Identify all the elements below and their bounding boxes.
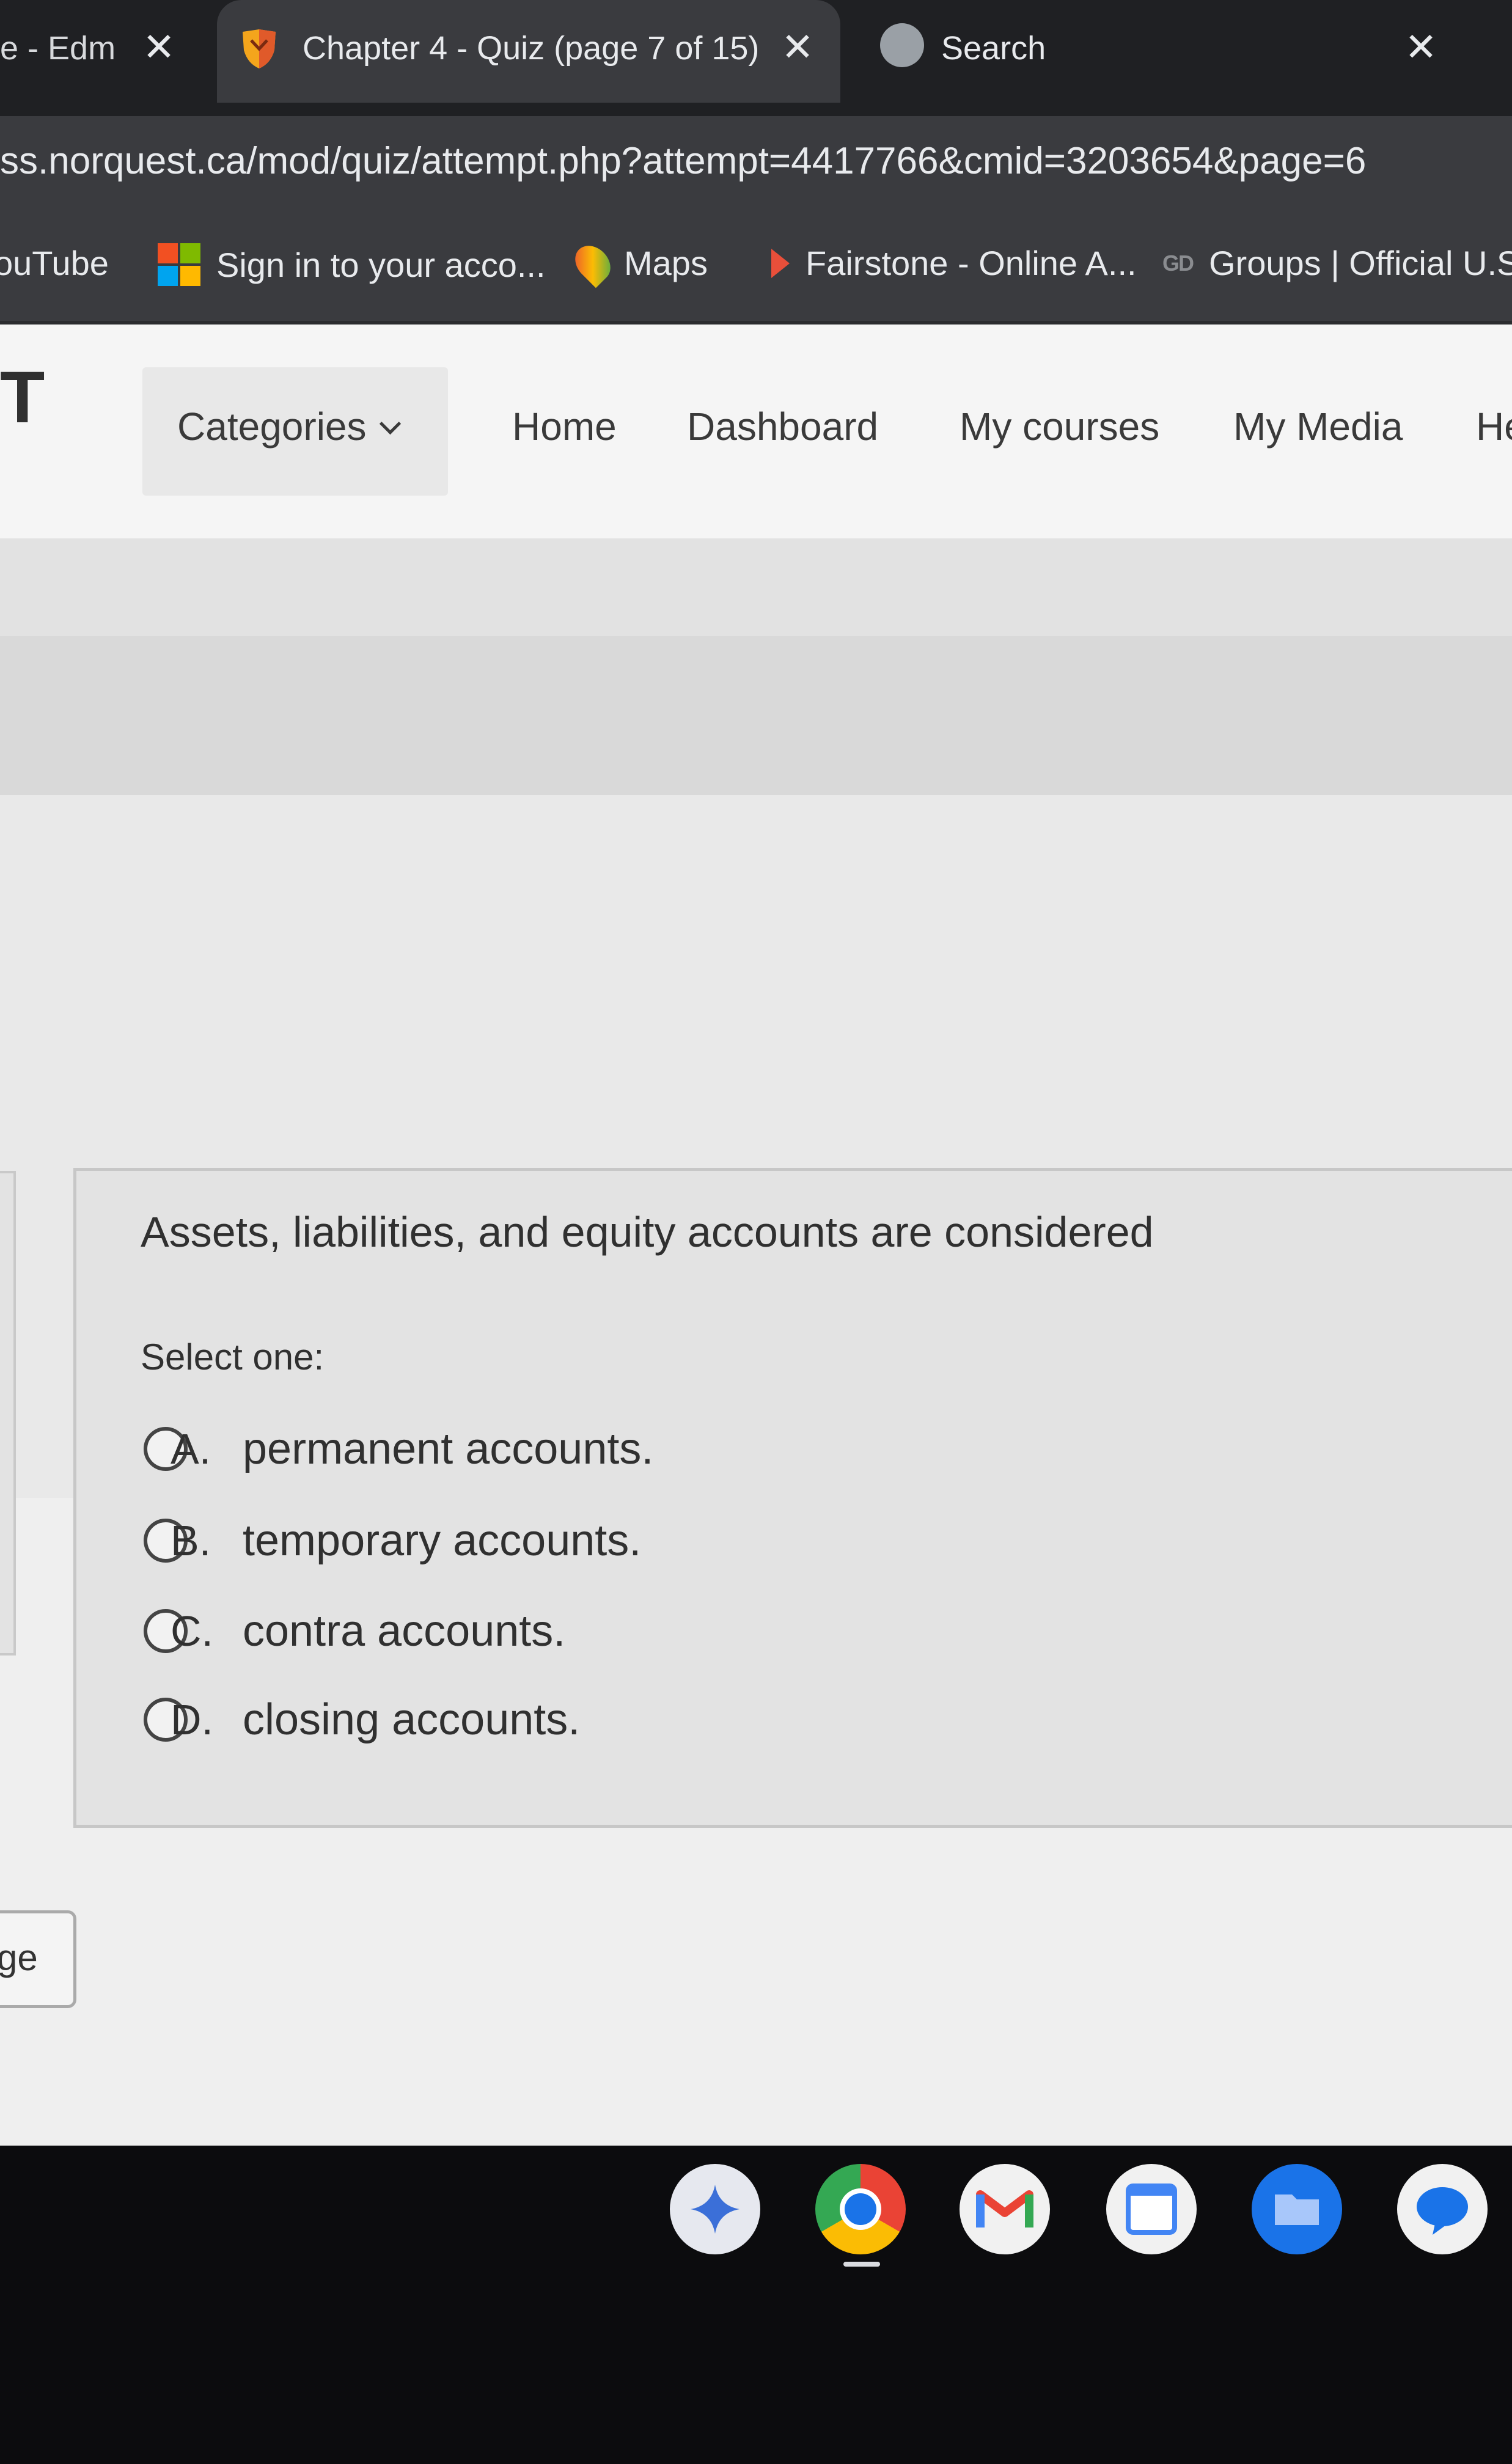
tab-title: e - Edm xyxy=(0,30,116,67)
launcher-icon[interactable] xyxy=(670,2164,760,2254)
tab-search[interactable]: Search ✕ xyxy=(862,0,1510,103)
previous-page-button[interactable]: ge xyxy=(0,1910,76,2008)
globe-icon xyxy=(880,23,924,67)
nav-home[interactable]: Home xyxy=(512,404,617,449)
bookmark-label: ouTube xyxy=(0,244,109,282)
select-one-prompt: Select one: xyxy=(141,1336,325,1377)
chrome-icon[interactable] xyxy=(815,2164,906,2254)
folder-icon xyxy=(1275,2194,1319,2225)
sparkle-icon xyxy=(691,2185,739,2234)
option-letter: C. xyxy=(171,1607,213,1655)
option-letter: D. xyxy=(171,1696,213,1744)
files-icon[interactable] xyxy=(1252,2164,1342,2254)
messages-icon[interactable] xyxy=(1397,2164,1488,2254)
chrome-center-icon xyxy=(840,2188,881,2230)
bookmark-youtube[interactable]: ouTube xyxy=(0,243,109,283)
bookmark-label: Sign in to your acco... xyxy=(216,245,546,284)
close-icon[interactable]: ✕ xyxy=(1400,24,1442,70)
site-header: T Categories Home Dashboard My courses M… xyxy=(0,324,1512,538)
chevron-down-icon xyxy=(379,413,401,435)
tab-title: Chapter 4 - Quiz (page 7 of 15) xyxy=(303,30,760,67)
bookmark-maps[interactable]: Maps xyxy=(568,238,708,288)
calendar-grid-icon xyxy=(1126,2184,1177,2235)
question-info-panel xyxy=(0,1171,16,1656)
tab-active-quiz[interactable]: Chapter 4 - Quiz (page 7 of 15) ✕ xyxy=(217,0,840,103)
url-text[interactable]: ss.norquest.ca/mod/quiz/attempt.php?atte… xyxy=(0,139,1366,183)
nav-dashboard[interactable]: Dashboard xyxy=(687,404,878,449)
question-text: Assets, liabilities, and equity accounts… xyxy=(141,1208,1154,1256)
answer-option-b[interactable]: B. temporary accounts. xyxy=(144,1501,641,1580)
close-icon[interactable]: ✕ xyxy=(776,24,819,70)
address-bar[interactable]: ss.norquest.ca/mod/quiz/attempt.php?atte… xyxy=(0,116,1512,208)
nav-my-media[interactable]: My Media xyxy=(1233,404,1403,449)
bookmark-microsoft[interactable]: Sign in to your acco... xyxy=(158,243,546,286)
answer-option-a[interactable]: A. permanent accounts. xyxy=(144,1409,653,1489)
site-logo[interactable]: T xyxy=(0,355,45,439)
nav-categories[interactable]: Categories xyxy=(177,404,401,449)
nav-categories-label: Categories xyxy=(177,405,367,449)
bookmark-groups[interactable]: GD Groups | Official U.S. xyxy=(1162,243,1512,283)
bookmark-label: Maps xyxy=(624,244,708,282)
gmail-m-icon xyxy=(976,2190,1033,2228)
tab-title: Search xyxy=(941,30,1046,67)
maps-pin-icon xyxy=(568,238,618,288)
tab-strip: e - Edm ✕ Chapter 4 - Quiz (page 7 of 15… xyxy=(0,0,1512,116)
os-shelf xyxy=(0,2146,1512,2464)
answer-option-c[interactable]: C. contra accounts. xyxy=(144,1591,565,1671)
close-icon[interactable]: ✕ xyxy=(138,24,180,70)
bookmark-label: Fairstone - Online A... xyxy=(806,244,1137,282)
previous-page-label: ge xyxy=(0,1937,38,1978)
page-banner xyxy=(0,636,1512,795)
fairstone-icon xyxy=(771,248,790,278)
moodle-shield-icon xyxy=(243,29,276,68)
microsoft-logo-icon xyxy=(158,243,200,286)
nav-my-courses[interactable]: My courses xyxy=(960,404,1159,449)
calendar-icon[interactable] xyxy=(1106,2164,1197,2254)
option-text: closing accounts. xyxy=(243,1695,581,1744)
chat-bubble-icon xyxy=(1417,2187,1468,2235)
option-text: permanent accounts. xyxy=(243,1425,654,1473)
running-indicator xyxy=(843,2262,880,2267)
option-text: contra accounts. xyxy=(243,1607,566,1656)
bookmarks-bar: ouTube Sign in to your acco... Maps Fair… xyxy=(0,208,1512,324)
gmail-icon[interactable] xyxy=(960,2164,1050,2254)
bookmark-fairstone[interactable]: Fairstone - Online A... xyxy=(771,243,1137,283)
answer-option-d[interactable]: D. closing accounts. xyxy=(144,1680,580,1759)
question-box: Assets, liabilities, and equity accounts… xyxy=(73,1168,1512,1828)
gd-icon: GD xyxy=(1162,250,1194,276)
nav-help[interactable]: He xyxy=(1476,404,1512,449)
tab-previous[interactable]: e - Edm ✕ xyxy=(0,0,208,103)
bookmark-label: Groups | Official U.S. xyxy=(1209,244,1512,282)
option-text: temporary accounts. xyxy=(243,1516,642,1565)
page-content: T Categories Home Dashboard My courses M… xyxy=(0,324,1512,2146)
option-letter: A. xyxy=(171,1425,211,1473)
option-letter: B. xyxy=(171,1517,211,1564)
header-shadow-band xyxy=(0,538,1512,636)
